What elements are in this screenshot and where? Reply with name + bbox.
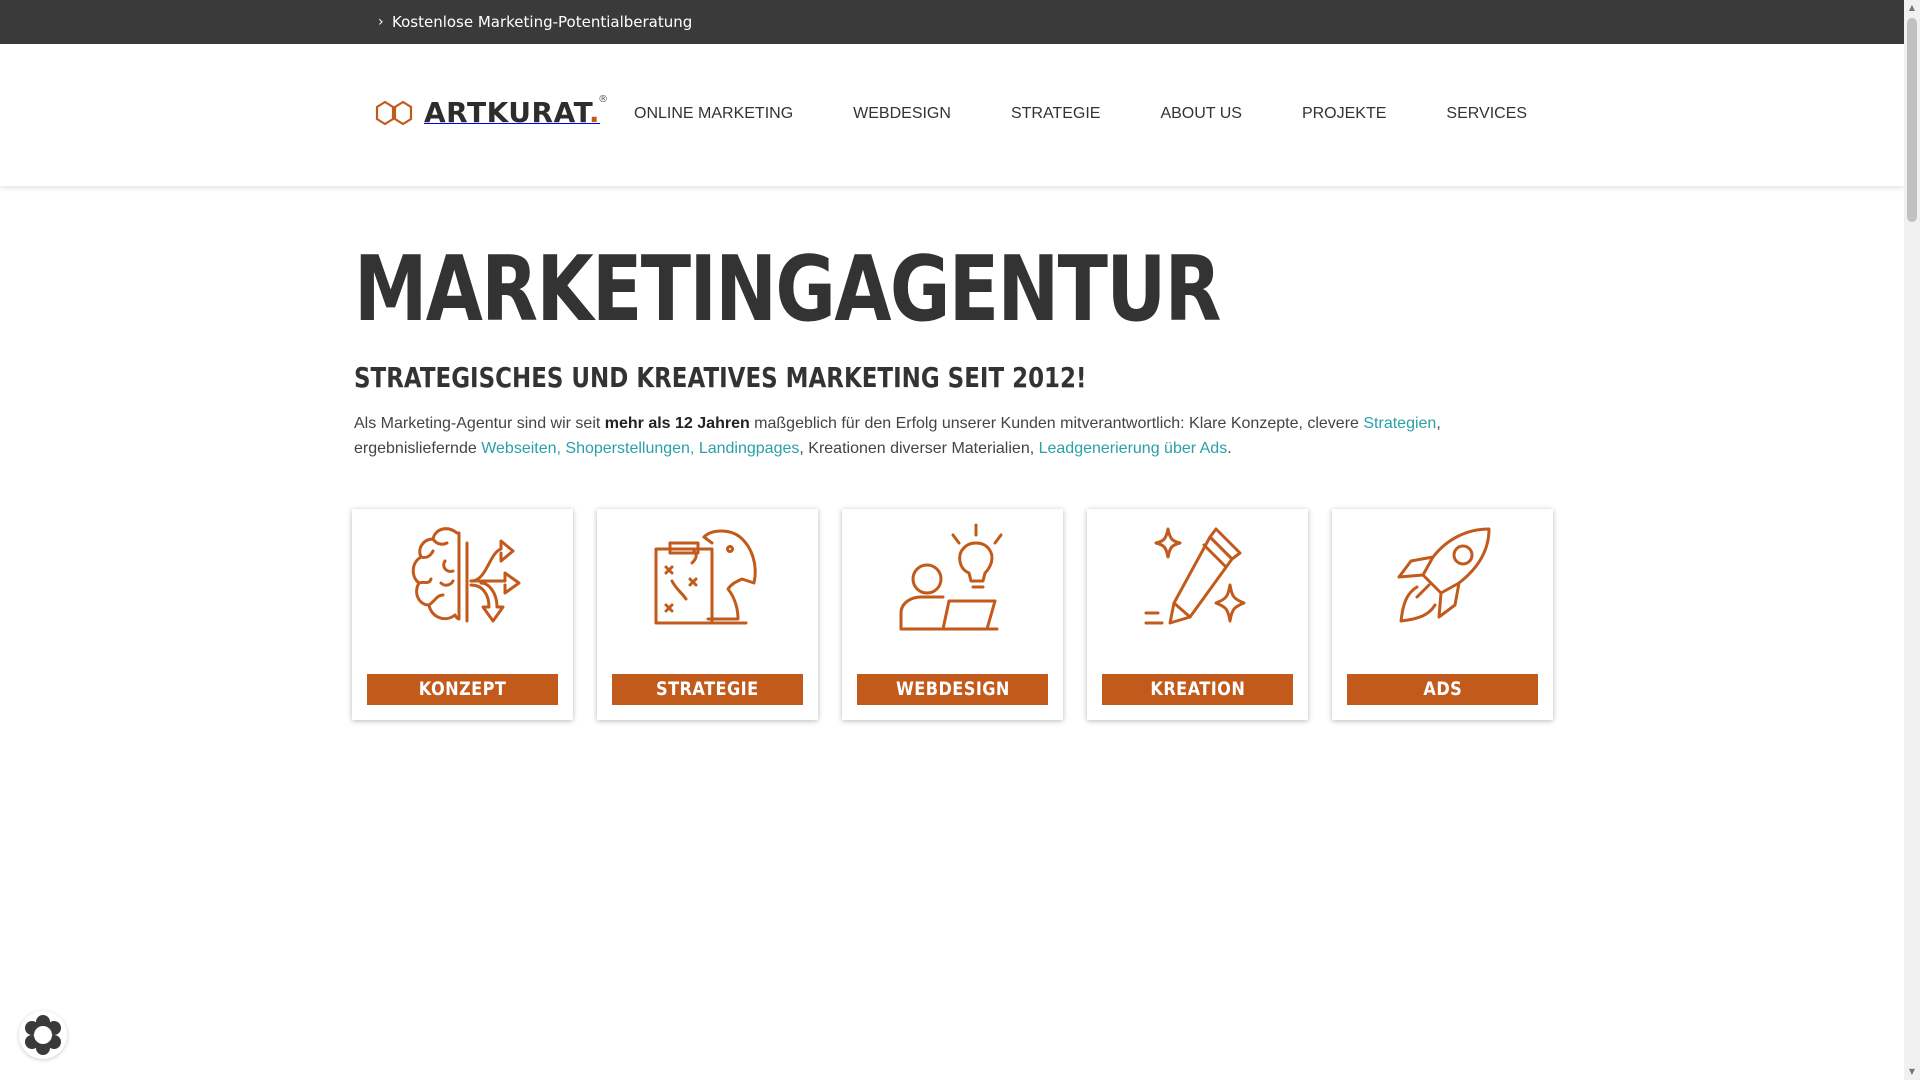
page-title: MARKETINGAGENTUR — [354, 237, 1221, 342]
person-idea-laptop-icon — [899, 523, 1003, 631]
nav-item-online-marketing[interactable]: ONLINE MARKETING — [634, 104, 793, 124]
service-card-webdesign[interactable]: WEBDESIGN — [842, 509, 1063, 720]
logo-text: ARTKURAT — [424, 96, 589, 129]
leadgenerierung-link[interactable]: Leadgenerierung über Ads — [1039, 440, 1228, 457]
service-card-kreation[interactable]: KREATION — [1087, 509, 1308, 720]
strategie-button[interactable]: STRATEGIE — [612, 674, 803, 705]
strategie-button-label: STRATEGIE — [656, 678, 759, 700]
logo-wordmark: ARTKURAT. ® — [424, 94, 608, 129]
ads-button-label: ADS — [1423, 678, 1462, 700]
logo[interactable]: ARTKURAT. ® — [374, 94, 608, 129]
service-cards: KONZEPT STRATEGIE WEBDESIGN KREATION ADS — [352, 509, 1553, 720]
main-nav: ONLINE MARKETING WEBDESIGN STRATEGIE ABO… — [634, 104, 1587, 124]
privacy-flower-icon — [25, 1015, 61, 1055]
service-card-ads[interactable]: ADS — [1332, 509, 1553, 720]
rocket-icon — [1397, 527, 1491, 623]
nav-item-strategie[interactable]: STRATEGIE — [1011, 104, 1101, 124]
intro-text: maßgeblich für den Erfolg unserer Kunden… — [749, 415, 1364, 432]
intro-highlight: mehr als 12 Jahren — [604, 415, 750, 432]
service-card-konzept[interactable]: KONZEPT — [352, 509, 573, 720]
webseiten-link[interactable]: Webseiten, Shoperstellungen, Landingpage… — [481, 440, 799, 457]
strategien-link[interactable]: Strategien — [1363, 415, 1436, 432]
top-bar: › Kostenlose Marketing-Potentialberatung — [0, 0, 1904, 44]
page-subtitle: STRATEGISCHES UND KREATIVES MARKETING SE… — [354, 361, 1087, 394]
kreation-button-label: KREATION — [1150, 678, 1245, 700]
nav-item-about-us[interactable]: ABOUT US — [1160, 104, 1242, 124]
strategy-chess-icon — [654, 529, 757, 625]
page-scrollbar[interactable]: ▲ ▼ — [1904, 0, 1920, 1080]
hexagon-logo-icon — [375, 100, 413, 125]
consultation-link-label: Kostenlose Marketing-Potentialberatung — [392, 13, 693, 31]
pencil-sparkle-icon — [1144, 527, 1246, 625]
intro-text: . — [1227, 440, 1232, 457]
scrollbar-thumb[interactable] — [1907, 18, 1917, 222]
intro-text: , Kreationen diverser Materialien, — [799, 440, 1039, 457]
cookie-consent-button[interactable] — [19, 1011, 67, 1059]
webdesign-button[interactable]: WEBDESIGN — [857, 674, 1048, 705]
chevron-right-icon: › — [378, 14, 384, 30]
brain-arrows-icon — [411, 527, 521, 623]
konzept-button[interactable]: KONZEPT — [367, 674, 558, 705]
consultation-link[interactable]: › Kostenlose Marketing-Potentialberatung — [378, 12, 692, 32]
site-header: ARTKURAT. ® ONLINE MARKETING WEBDESIGN S… — [0, 44, 1904, 186]
konzept-button-label: KONZEPT — [418, 678, 507, 700]
nav-item-webdesign[interactable]: WEBDESIGN — [853, 104, 951, 124]
scroll-down-arrow-icon[interactable]: ▼ — [1904, 1064, 1920, 1080]
service-card-strategie[interactable]: STRATEGIE — [597, 509, 818, 720]
webdesign-button-label: WEBDESIGN — [895, 678, 1010, 700]
nav-item-services[interactable]: SERVICES — [1446, 104, 1527, 124]
ads-button[interactable]: ADS — [1347, 674, 1538, 705]
intro-paragraph: Als Marketing-Agentur sind wir seit mehr… — [354, 411, 1554, 461]
kreation-button[interactable]: KREATION — [1102, 674, 1293, 705]
scroll-up-arrow-icon[interactable]: ▲ — [1904, 0, 1920, 16]
registered-mark: ® — [598, 94, 609, 105]
nav-item-projekte[interactable]: PROJEKTE — [1302, 104, 1386, 124]
intro-text: Als Marketing-Agentur sind wir seit — [354, 415, 605, 432]
